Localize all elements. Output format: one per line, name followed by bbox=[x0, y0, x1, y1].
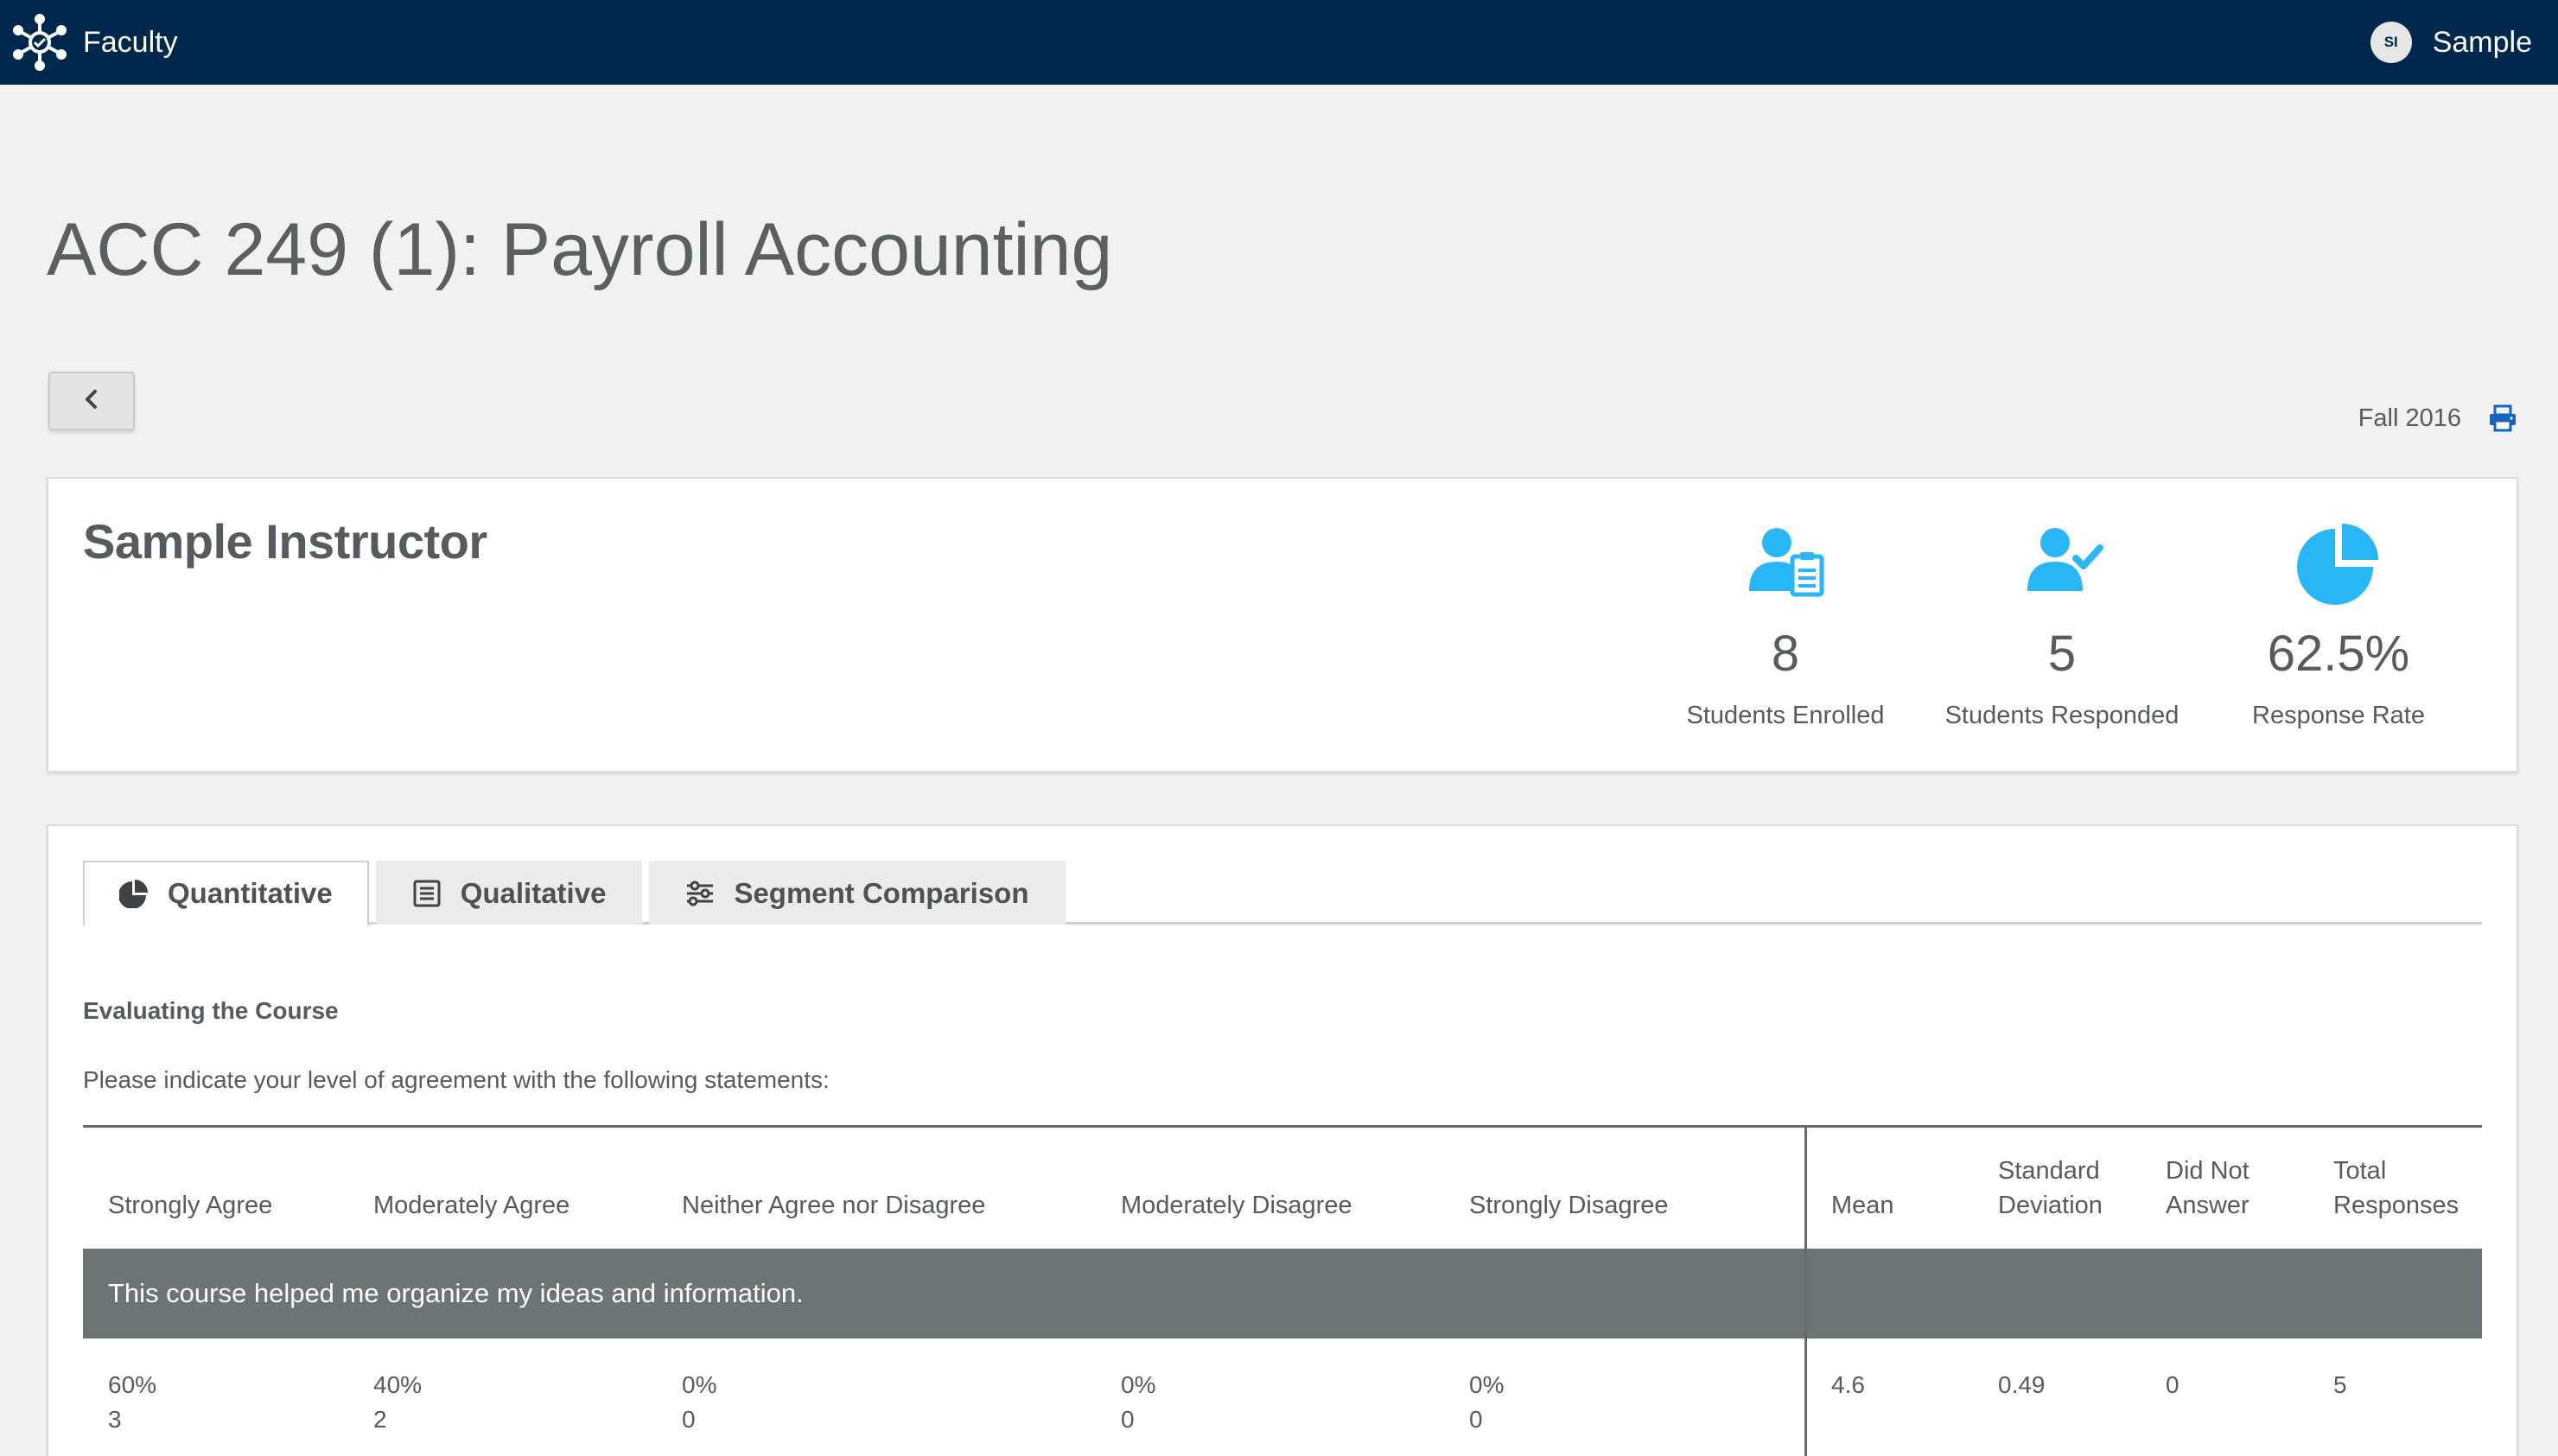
table-header: Strongly Agree Moderately Agree Neither … bbox=[83, 1128, 2482, 1249]
avatar: SI bbox=[2370, 22, 2412, 63]
tab-segment-comparison[interactable]: Segment Comparison bbox=[649, 861, 1066, 925]
tab-label: Qualitative bbox=[460, 877, 607, 909]
cell-percent: 40% bbox=[373, 1371, 423, 1398]
cell-std: 0.49 bbox=[1998, 1371, 2046, 1398]
top-navbar: Faculty SI Sample bbox=[0, 0, 2558, 85]
user-check-icon bbox=[2019, 520, 2105, 607]
stat-value: 8 bbox=[1771, 626, 1800, 682]
cell-mean: 4.6 bbox=[1831, 1371, 1865, 1398]
instructor-summary-card: Sample Instructor 8 Students Enrolled 5 … bbox=[47, 477, 2518, 773]
term-bar: Fall 2016 bbox=[2358, 403, 2518, 434]
term-label: Fall 2016 bbox=[2358, 404, 2461, 432]
tab-label: Quantitative bbox=[168, 877, 333, 909]
stat-value: 62.5% bbox=[2267, 626, 2410, 682]
pie-chart-icon bbox=[119, 879, 149, 908]
cell-strongly-agree: 60% 3 bbox=[108, 1368, 156, 1437]
header-strongly-agree: Strongly Agree bbox=[108, 1192, 273, 1219]
cell-strongly-disagree: 0% 0 bbox=[1469, 1368, 1504, 1437]
cell-percent: 0% bbox=[682, 1371, 717, 1398]
stat-students-enrolled: 8 Students Enrolled bbox=[1647, 520, 1924, 730]
tab-qualitative[interactable]: Qualitative bbox=[375, 861, 643, 925]
section-title: Evaluating the Course bbox=[83, 997, 339, 1024]
question-row: This course helped me organize my ideas … bbox=[83, 1249, 2482, 1338]
header-moderately-disagree: Moderately Disagree bbox=[1121, 1192, 1352, 1219]
tab-quantitative[interactable]: Quantitative bbox=[83, 861, 369, 927]
print-icon[interactable] bbox=[2487, 403, 2518, 434]
chevron-left-icon bbox=[79, 386, 105, 416]
cell-count: 3 bbox=[108, 1406, 122, 1433]
stat-response-rate: 62.5% Response Rate bbox=[2200, 520, 2477, 730]
cell-did-not-answer: 0 bbox=[2166, 1371, 2179, 1398]
stat-label: Students Responded bbox=[1944, 702, 2179, 729]
cell-count: 2 bbox=[373, 1406, 387, 1433]
results-tabs: Quantitative Qualitative Segment Compari… bbox=[83, 861, 2482, 927]
stat-label: Response Rate bbox=[2252, 702, 2425, 729]
cell-count: 0 bbox=[1121, 1406, 1135, 1433]
results-table: Strongly Agree Moderately Agree Neither … bbox=[83, 1125, 2482, 1456]
network-logo-icon bbox=[9, 11, 71, 73]
header-moderately-agree: Moderately Agree bbox=[373, 1192, 570, 1219]
response-stats: 8 Students Enrolled 5 Students Responded bbox=[1647, 520, 2477, 730]
cell-total: 5 bbox=[2333, 1371, 2347, 1398]
back-button[interactable] bbox=[48, 372, 135, 430]
cell-neither: 0% 0 bbox=[682, 1368, 716, 1437]
page-title: ACC 249 (1): Payroll Accounting bbox=[47, 208, 1113, 291]
section-description: Please indicate your level of agreement … bbox=[83, 1066, 830, 1093]
cell-percent: 0% bbox=[1121, 1371, 1156, 1398]
header-total-line2: Responses bbox=[2333, 1192, 2459, 1219]
header-dna-line1: Did Not bbox=[2166, 1157, 2249, 1185]
cell-percent: 0% bbox=[1469, 1371, 1505, 1398]
stat-label: Students Enrolled bbox=[1686, 702, 1885, 729]
table-row: 60% 3 40% 2 0% 0 0% 0 0% 0 4.6 0.49 0 5 bbox=[83, 1338, 2482, 1456]
header-dna-line2: Answer bbox=[2166, 1192, 2249, 1219]
cell-moderately-disagree: 0% 0 bbox=[1121, 1368, 1155, 1437]
header-total-line1: Total bbox=[2333, 1157, 2387, 1185]
header-neither: Neither Agree nor Disagree bbox=[682, 1192, 986, 1219]
stat-value: 5 bbox=[2047, 626, 2077, 682]
brand-name: Faculty bbox=[83, 25, 178, 59]
cell-count: 0 bbox=[1469, 1406, 1483, 1433]
cell-count: 0 bbox=[682, 1406, 696, 1433]
stat-students-responded: 5 Students Responded bbox=[1924, 520, 2200, 730]
header-strongly-disagree: Strongly Disagree bbox=[1469, 1192, 1669, 1219]
sliders-icon bbox=[685, 879, 715, 908]
header-std-line1: Standard bbox=[1998, 1157, 2100, 1185]
document-list-icon bbox=[412, 879, 442, 908]
header-std-line2: Deviation bbox=[1998, 1192, 2103, 1219]
brand[interactable]: Faculty bbox=[9, 11, 178, 73]
pie-chart-icon bbox=[2295, 520, 2382, 607]
user-clipboard-icon bbox=[1742, 520, 1829, 607]
results-card: Quantitative Qualitative Segment Compari… bbox=[47, 824, 2518, 1456]
instructor-name: Sample Instructor bbox=[83, 514, 487, 569]
header-mean: Mean bbox=[1831, 1192, 1894, 1219]
user-menu[interactable]: SI Sample bbox=[2370, 22, 2532, 63]
user-name: Sample bbox=[2432, 25, 2532, 59]
cell-percent: 60% bbox=[108, 1371, 157, 1398]
tab-label: Segment Comparison bbox=[734, 877, 1029, 909]
cell-moderately-agree: 40% 2 bbox=[373, 1368, 422, 1437]
